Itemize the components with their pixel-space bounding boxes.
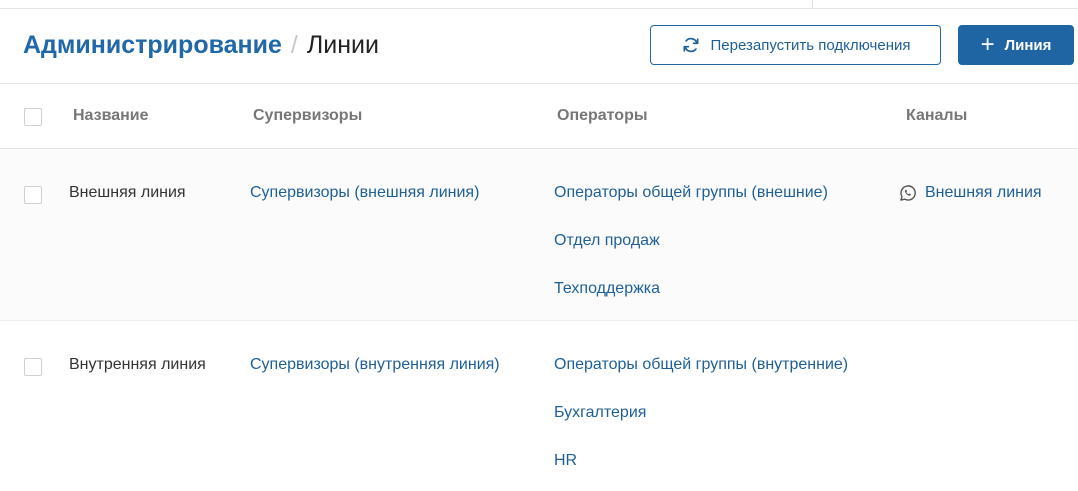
page-title: Линии: [306, 31, 379, 59]
column-header-operators[interactable]: Операторы: [557, 107, 648, 125]
line-name[interactable]: Внешняя линия: [69, 184, 186, 202]
breadcrumb-separator: /: [290, 31, 298, 59]
row-checkbox[interactable]: [24, 186, 42, 204]
select-all-checkbox[interactable]: [24, 108, 42, 126]
table-row[interactable]: Внешняя линия Супервизоры (внешняя линия…: [0, 149, 1078, 321]
column-header-supervisors[interactable]: Супервизоры: [253, 107, 362, 125]
operator-group-link[interactable]: Бухгалтерия: [554, 404, 646, 422]
table-header: Название Супервизоры Операторы Каналы: [0, 84, 1078, 149]
plus-icon: +: [980, 31, 995, 58]
toolbar-divider: [812, 0, 813, 8]
operator-group-link[interactable]: HR: [554, 452, 577, 470]
breadcrumb-link-administration[interactable]: Администрирование: [23, 31, 282, 59]
add-line-label: Линия: [1004, 36, 1052, 54]
supervisors-link[interactable]: Супервизоры (внутренняя линия): [250, 356, 500, 374]
operator-group-link[interactable]: Операторы общей группы (внешние): [554, 184, 828, 202]
line-name[interactable]: Внутренняя линия: [69, 356, 206, 374]
operator-group-link[interactable]: Операторы общей группы (внутренние): [554, 356, 848, 374]
table-row[interactable]: Внутренняя линия Супервизоры (внутренняя…: [0, 321, 1078, 491]
add-line-button[interactable]: + Линия: [958, 25, 1074, 65]
restart-connections-label: Перезапустить подключения: [710, 36, 911, 54]
channel-label: Внешняя линия: [925, 184, 1042, 201]
supervisors-link[interactable]: Супервизоры (внешняя линия): [250, 184, 479, 202]
column-header-channels[interactable]: Каналы: [906, 107, 967, 125]
page-header: Администрирование / Линии Перезапустить по…: [0, 9, 1078, 84]
column-header-name[interactable]: Название: [73, 107, 149, 125]
row-checkbox[interactable]: [24, 358, 42, 376]
breadcrumb: Администрирование / Линии: [23, 30, 379, 60]
operator-group-link[interactable]: Техподдержка: [554, 280, 660, 298]
channel-link[interactable]: Внешняя линия: [898, 183, 1042, 203]
whatsapp-icon: [900, 185, 916, 201]
operator-group-link[interactable]: Отдел продаж: [554, 232, 660, 250]
top-toolbar-strip: [0, 0, 1078, 9]
refresh-icon: [683, 37, 698, 53]
restart-connections-button[interactable]: Перезапустить подключения: [650, 25, 941, 65]
